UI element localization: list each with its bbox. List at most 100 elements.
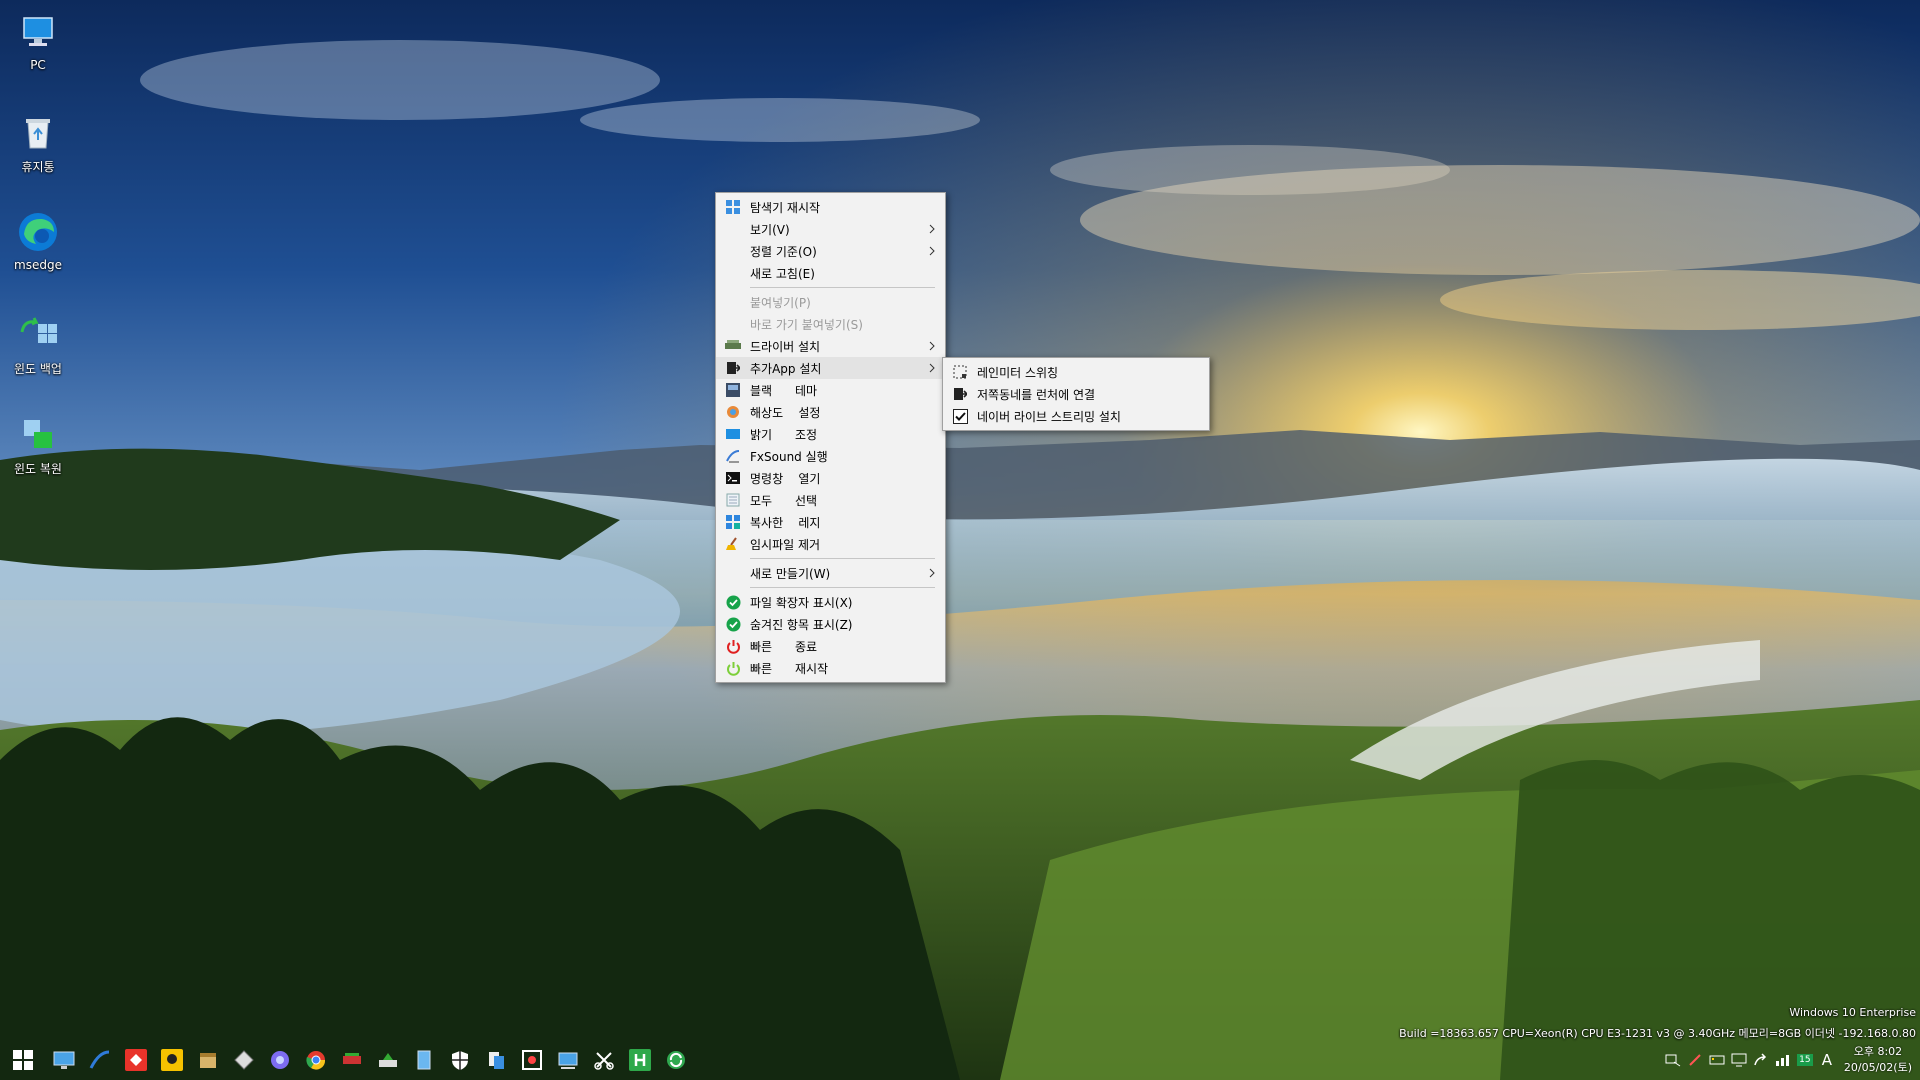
menu-item-label: 붙여넣기(P) [750,295,811,310]
refresh-icon [667,1051,685,1069]
desktop-icon-msedge[interactable]: msedge [6,208,70,272]
checkbox-icon [952,408,968,424]
menu-item-label: 네이버 라이브 스트리밍 설치 [977,409,1121,424]
menu-item-label: 드라이버 설치 [750,339,821,354]
windows-edition-text: Windows 10 Enterprise [1789,1006,1916,1019]
menu-item-label: 파일 확장자 표시(X) [750,595,853,610]
menu-black-theme[interactable]: 블랙 테마 [716,379,945,401]
windows-logo-icon [13,1050,33,1070]
menu-driver-install[interactable]: 드라이버 설치 [716,335,945,357]
network-share-icon[interactable] [1662,1040,1684,1080]
menu-item-label: 숨겨진 항목 표시(Z) [750,617,853,632]
taskbar-app-chrome[interactable] [298,1040,334,1080]
ime-indicator[interactable]: A [1816,1040,1838,1080]
menu-temp-file-cleanup[interactable]: 임시파일 제거 [716,533,945,555]
menu-view[interactable]: 보기(V) [716,218,945,240]
taskbar-app-setup[interactable] [370,1040,406,1080]
menu-item-label: 복사한 레지 [750,515,821,530]
taskbar-app-potplayer[interactable] [154,1040,190,1080]
desktop-context-menu: 탐색기 재시작 보기(V) 정렬 기준(O) 새로 고침(E) 붙여넣기(P) … [715,192,946,683]
taskbar-app-anydesk[interactable] [118,1040,154,1080]
menu-separator [750,587,935,588]
scissors-icon [594,1052,614,1070]
edge-icon [14,208,62,256]
menu-item-label: 임시파일 제거 [750,537,821,552]
taskbar-app-h[interactable] [622,1040,658,1080]
keyboard-icon[interactable] [1706,1040,1728,1080]
archive-icon [200,1053,216,1068]
anydesk-icon [125,1049,147,1071]
taskbar-app-browser[interactable] [262,1040,298,1080]
menu-new[interactable]: 새로 만들기(W) [716,562,945,584]
taskbar-clock[interactable]: 오후 8:02 20/05/02(토) [1838,1044,1920,1076]
menu-quick-restart[interactable]: 빠른 재시작 [716,657,945,679]
app-install-icon [725,360,741,376]
submenu-connect-launcher[interactable]: 저쪽동네를 런처에 연결 [943,383,1209,405]
taskbar-app-docs[interactable] [478,1040,514,1080]
taskbar-app-monitor[interactable] [46,1040,82,1080]
taskbar-app-tool[interactable] [226,1040,262,1080]
screenshot-icon [522,1050,542,1070]
desktop-wallpaper [0,0,1920,1080]
menu-item-label: 탐색기 재시작 [750,200,821,215]
fxsound-icon [725,448,741,464]
start-button[interactable] [0,1040,46,1080]
submenu-rainmeter-switch[interactable]: 레인미터 스위칭 [943,361,1209,383]
system-info-text: Build =18363.657 CPU=Xeon(R) CPU E3-1231… [1399,1027,1916,1040]
desktop-icon-recycle-bin[interactable]: 휴지통 [6,108,70,175]
network-icon[interactable] [1772,1040,1794,1080]
menu-item-label: 바로 가기 붙여넣기(S) [750,317,863,332]
menu-paste-shortcut[interactable]: 바로 가기 붙여넣기(S) [716,313,945,335]
taskbar-app-fxsound[interactable] [82,1040,118,1080]
menu-item-label: 레인미터 스위칭 [977,365,1059,380]
desktop-icon-pc[interactable]: PC [6,8,70,72]
taskbar-app-driver[interactable] [334,1040,370,1080]
taskbar-app-snipping[interactable] [586,1040,622,1080]
desktop-icon-label: 윈도 복원 [14,462,62,476]
taskbar-app-archive[interactable] [190,1040,226,1080]
pen-icon[interactable] [1684,1040,1706,1080]
menu-resolution-settings[interactable]: 해상도 설정 [716,401,945,423]
taskbar-app-remote[interactable] [550,1040,586,1080]
menu-select-all[interactable]: 모두 선택 [716,489,945,511]
menu-open-cmd[interactable]: 명령창 열기 [716,467,945,489]
menu-refresh[interactable]: 새로 고침(E) [716,262,945,284]
taskbar-app-refresh[interactable] [658,1040,694,1080]
menu-show-hidden-items[interactable]: 숨겨진 항목 표시(Z) [716,613,945,635]
menu-item-label: 새로 만들기(W) [750,566,831,581]
menu-show-file-extensions[interactable]: 파일 확장자 표시(X) [716,591,945,613]
launcher-icon [952,386,968,402]
desktop-icon-restore[interactable]: 윈도 복원 [6,410,70,477]
menu-copied-registry[interactable]: 복사한 레지 [716,511,945,533]
chevron-right-icon [927,360,937,376]
taskbar-app-files[interactable] [406,1040,442,1080]
share-arrow-icon[interactable] [1750,1040,1772,1080]
submenu-naver-live-install[interactable]: 네이버 라이브 스트리밍 설치 [943,405,1209,427]
pc-icon [14,8,62,56]
select-all-icon [725,492,741,508]
remote-desktop-icon [558,1052,578,1069]
cmd-icon [725,470,741,486]
taskbar: 15 A 오후 8:02 20/05/02(토) [0,1040,1920,1080]
taskbar-app-screenshot[interactable] [514,1040,550,1080]
tray-badge[interactable]: 15 [1794,1040,1816,1080]
menu-item-label: FxSound 실행 [750,449,828,464]
menu-paste[interactable]: 붙여넣기(P) [716,291,945,313]
taskbar-app-security[interactable] [442,1040,478,1080]
menu-fxsound-run[interactable]: FxSound 실행 [716,445,945,467]
rainmeter-icon [952,364,968,380]
power-icon [725,638,741,654]
chevron-right-icon [927,565,937,581]
menu-explorer-restart[interactable]: 탐색기 재시작 [716,196,945,218]
desktop-icon-backup[interactable]: 윈도 백업 [6,310,70,377]
menu-sort-by[interactable]: 정렬 기준(O) [716,240,945,262]
chevron-right-icon [927,243,937,259]
brightness-icon [725,426,741,442]
menu-extra-app-install[interactable]: 추가App 설치 [716,357,945,379]
display-icon[interactable] [1728,1040,1750,1080]
menu-item-label: 빠른 재시작 [750,661,829,676]
menu-brightness-adjust[interactable]: 밝기 조정 [716,423,945,445]
menu-separator [750,558,935,559]
document-icon [489,1052,504,1069]
menu-quick-shutdown[interactable]: 빠른 종료 [716,635,945,657]
